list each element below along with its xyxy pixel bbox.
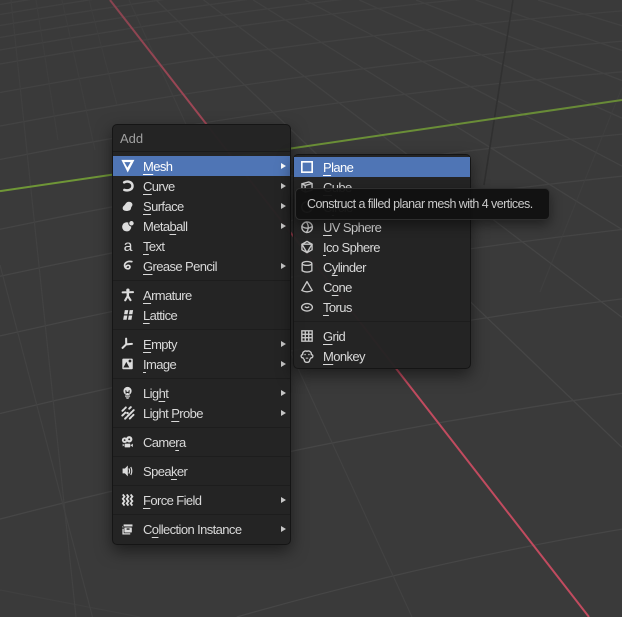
svg-text:a: a [124,239,133,253]
